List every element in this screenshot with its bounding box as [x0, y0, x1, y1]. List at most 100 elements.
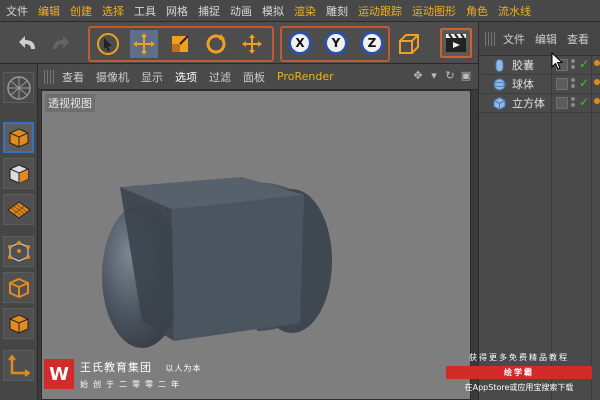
- rotate-icon: [206, 34, 226, 54]
- watermark-company: 王氏教育集团: [80, 360, 152, 374]
- maximize-icon[interactable]: ▣: [460, 70, 472, 82]
- rotate-tool-button[interactable]: [202, 30, 230, 58]
- redo-icon: [53, 36, 69, 49]
- menu-item-0[interactable]: 文件: [6, 3, 28, 19]
- watermark-founded: 始创于二零零二年: [80, 379, 184, 389]
- watermark-right: 获得更多免费精品教程 绘学霸 在AppStore或应用宝搜索下载: [446, 352, 592, 393]
- menu-item-1[interactable]: 编辑: [38, 3, 60, 19]
- pan-icon[interactable]: ✥: [412, 70, 424, 82]
- texture-mode-button[interactable]: [3, 158, 34, 189]
- om-tab-view[interactable]: 查看: [567, 31, 589, 47]
- render-view-button[interactable]: [440, 28, 472, 58]
- main-toolbar: X Y Z: [0, 22, 478, 64]
- editor-render-dots[interactable]: [571, 78, 577, 91]
- viewport-menu-camera[interactable]: 摄像机: [96, 69, 129, 85]
- select-arrow-icon: [97, 33, 119, 55]
- enabled-check-icon[interactable]: ✓: [579, 76, 589, 90]
- axis-y-toggle[interactable]: Y: [324, 31, 348, 55]
- promo-line-1: 获得更多免费精品教程: [469, 353, 569, 362]
- editor-render-dots[interactable]: [571, 59, 577, 72]
- viewport-nav-icons: ✥ ▾ ↻ ▣: [408, 70, 472, 82]
- undo-button[interactable]: [14, 30, 42, 58]
- model-mode-icon: [9, 127, 28, 148]
- workplane-button[interactable]: [3, 194, 34, 225]
- recent-tool-icon: [242, 34, 262, 54]
- redo-button[interactable]: [46, 30, 74, 58]
- object-row-capsule[interactable]: 胶囊 ✓: [479, 56, 600, 75]
- view-perspective-button[interactable]: [3, 72, 34, 103]
- axis-z-toggle[interactable]: Z: [360, 31, 384, 55]
- model-mode-button[interactable]: [3, 122, 34, 153]
- axis-x-toggle[interactable]: X: [288, 31, 312, 55]
- points-mode-icon: [7, 240, 30, 262]
- menu-item-4[interactable]: 工具: [134, 3, 156, 19]
- viewport-menu-display[interactable]: 显示: [141, 69, 163, 85]
- render-view-icon: [446, 33, 466, 52]
- scale-tool-button[interactable]: [166, 30, 194, 58]
- tag-dot-icon: [594, 79, 600, 85]
- zoom-icon[interactable]: ▾: [428, 70, 440, 82]
- menu-item-5[interactable]: 网格: [166, 3, 188, 19]
- om-tab-file[interactable]: 文件: [503, 31, 525, 47]
- viewport-menu-options[interactable]: 选项: [175, 69, 197, 85]
- sphere-icon: [493, 78, 506, 91]
- menu-item-6[interactable]: 捕捉: [198, 3, 220, 19]
- object-manager-header: 文件 编辑 查看: [479, 22, 600, 56]
- object-name: 立方体: [512, 97, 545, 110]
- recent-tool-button[interactable]: [238, 30, 266, 58]
- visibility-switch[interactable]: [556, 97, 568, 109]
- undo-icon: [19, 36, 35, 49]
- edges-mode-icon: [8, 277, 29, 298]
- menu-item-3[interactable]: 选择: [102, 3, 124, 19]
- panel-grip-icon[interactable]: [485, 31, 495, 46]
- points-mode-button[interactable]: [3, 236, 34, 267]
- mouse-cursor-icon: [551, 52, 564, 70]
- mode-palette: [0, 64, 38, 400]
- object-row-cube[interactable]: 立方体 ✓: [479, 94, 600, 113]
- editor-render-dots[interactable]: [571, 97, 577, 110]
- promo-line-3: 在AppStore或应用宝搜索下载: [464, 383, 574, 392]
- viewport-menu-view[interactable]: 查看: [62, 69, 84, 85]
- menu-item-12[interactable]: 运动图形: [412, 3, 456, 19]
- scale-icon: [172, 35, 189, 52]
- viewport-menu-filter[interactable]: 过滤: [209, 69, 231, 85]
- menu-item-7[interactable]: 动画: [230, 3, 252, 19]
- viewport-label: 透视视图: [45, 94, 95, 112]
- enabled-check-icon[interactable]: ✓: [579, 95, 589, 109]
- capsule-icon: [493, 58, 506, 72]
- move-icon: [133, 33, 155, 55]
- enabled-check-icon[interactable]: ✓: [579, 57, 589, 71]
- menu-item-9[interactable]: 渲染: [294, 3, 316, 19]
- axis-mode-icon: [7, 354, 30, 377]
- view-perspective-icon: [6, 75, 31, 100]
- coordinate-system-button[interactable]: [396, 30, 424, 58]
- axis-mode-button[interactable]: [3, 350, 34, 381]
- object-manager-panel: 文件 编辑 查看 胶囊 ✓ 球体 ✓ 立方体 ✓: [478, 22, 600, 400]
- polygons-mode-icon: [9, 313, 28, 334]
- orbit-icon[interactable]: ↻: [444, 70, 456, 82]
- om-tab-edit[interactable]: 编辑: [535, 31, 557, 47]
- viewport-menu-prorender[interactable]: ProRender: [277, 70, 334, 83]
- viewport-menu-panel[interactable]: 面板: [243, 69, 265, 85]
- menu-item-13[interactable]: 角色: [466, 3, 488, 19]
- select-tool-button[interactable]: [94, 30, 122, 58]
- edges-mode-button[interactable]: [3, 272, 34, 303]
- menu-item-14[interactable]: 流水线: [498, 3, 531, 19]
- menu-item-2[interactable]: 创建: [70, 3, 92, 19]
- object-name: 球体: [512, 78, 534, 91]
- brand-logo: W: [44, 359, 74, 389]
- workplane-icon: [6, 200, 31, 219]
- move-tool-button[interactable]: [130, 30, 158, 58]
- cube-icon: [493, 96, 506, 110]
- visibility-switch[interactable]: [556, 78, 568, 90]
- main-menu-bar: 文件 编辑 创建 选择 工具 网格 捕捉 动画 模拟 渲染 雕刻 运动跟踪 运动图形 角色 流水线: [0, 0, 600, 22]
- menu-item-8[interactable]: 模拟: [262, 3, 284, 19]
- menu-item-11[interactable]: 运动跟踪: [358, 3, 402, 19]
- texture-mode-icon: [9, 163, 28, 184]
- panel-grip-icon[interactable]: [44, 69, 54, 84]
- watermark-texts: 王氏教育集团 以人为本 始创于二零零二年: [80, 359, 202, 390]
- promo-brand: 绘学霸: [446, 366, 592, 379]
- object-row-sphere[interactable]: 球体 ✓: [479, 75, 600, 94]
- menu-item-10[interactable]: 雕刻: [326, 3, 348, 19]
- polygons-mode-button[interactable]: [3, 308, 34, 339]
